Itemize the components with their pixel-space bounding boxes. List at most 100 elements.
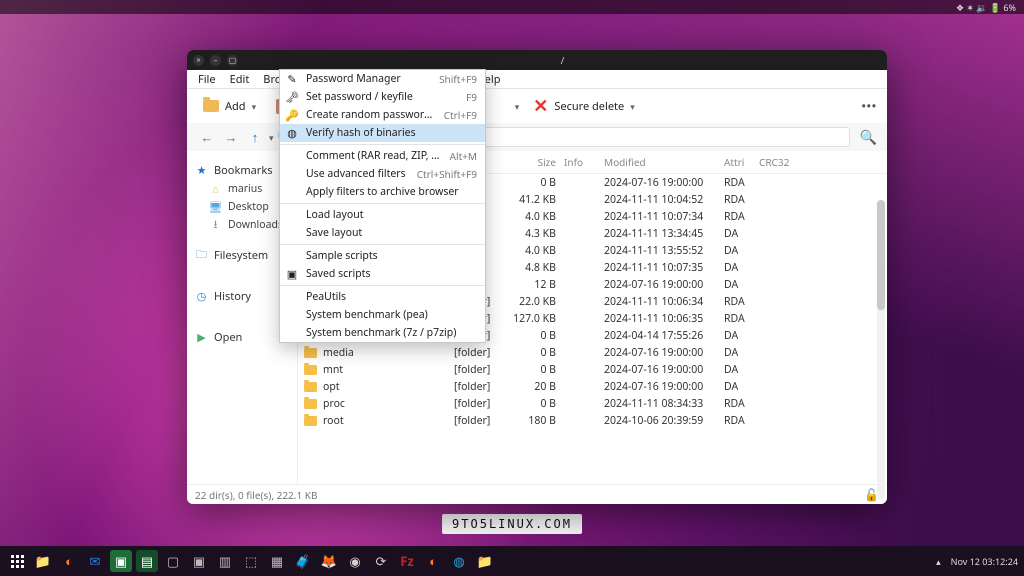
menu-item-label: Apply filters to archive browser	[306, 185, 471, 199]
task-term[interactable]: ▢	[162, 550, 184, 572]
menu-item-shortcut: Ctrl+Shift+F9	[417, 167, 477, 181]
monitor-icon: 🖥	[209, 201, 222, 214]
sidebar-history[interactable]: ◷History	[193, 287, 291, 306]
table-row[interactable]: opt [folder] 20 B 2024-07-16 19:00:00 DA	[298, 378, 887, 395]
status-bar: 22 dir(s), 0 file(s), 222.1 KB 🔓	[187, 484, 887, 504]
task-box[interactable]: ⬚	[240, 550, 262, 572]
minimize-icon[interactable]: –	[210, 55, 221, 66]
chevron-down-icon[interactable]: ▾	[630, 100, 635, 113]
task-term3[interactable]: ▥	[214, 550, 236, 572]
table-row[interactable]: proc [folder] 0 B 2024-11-11 08:34:33 RD…	[298, 395, 887, 412]
task-gimp[interactable]: 🦊	[318, 550, 340, 572]
table-row[interactable]: mnt [folder] 0 B 2024-07-16 19:00:00 DA	[298, 361, 887, 378]
table-row[interactable]: media [folder] 0 B 2024-07-16 19:00:00 D…	[298, 344, 887, 361]
task-steam[interactable]: ◉	[344, 550, 366, 572]
tools-item[interactable]: ◍ Verify hash of binaries	[280, 124, 485, 142]
task-ff2[interactable]: ◐	[422, 550, 444, 572]
maximize-icon[interactable]: ▢	[227, 55, 238, 66]
apps-menu-button[interactable]	[6, 550, 28, 572]
secure-delete-button[interactable]: ✕ Secure delete ▾	[527, 93, 641, 119]
task-chrome[interactable]: ◍	[448, 550, 470, 572]
history-icon: ◷	[195, 290, 208, 303]
star-icon: ★	[195, 164, 208, 177]
tools-item[interactable]: PeaUtils	[280, 288, 485, 306]
menu-item-label: Password Manager	[306, 72, 433, 86]
menu-item-label: Load layout	[306, 208, 471, 222]
table-row[interactable]: root [folder] 180 B 2024-10-06 20:39:59 …	[298, 412, 887, 429]
sidebar-bookmarks[interactable]: ★Bookmarks	[193, 161, 291, 180]
menu-item-label: Comment (RAR read, ZIP, ZIPX)	[306, 149, 444, 163]
home-icon: ⌂	[209, 183, 222, 196]
menu-item-label: Create random password / keyfile	[306, 108, 438, 122]
tools-item[interactable]: ✎ Password Manager Shift+F9	[280, 70, 485, 88]
task-sys[interactable]: ▦	[266, 550, 288, 572]
peazip-window: × – ▢ / File Edit Browser Organize Tools…	[187, 50, 887, 504]
tools-item[interactable]: Comment (RAR read, ZIP, ZIPX) Alt+M	[280, 147, 485, 165]
task-g1[interactable]: ▣	[110, 550, 132, 572]
tools-dropdown[interactable]: ✎ Password Manager Shift+F9🗝 Set passwor…	[279, 69, 486, 343]
sidebar-item-downloads[interactable]: ⭳Downloads	[193, 216, 291, 234]
more-icon[interactable]: •••	[862, 99, 877, 114]
search-icon[interactable]: 🔍	[860, 128, 877, 147]
add-label: Add	[225, 99, 246, 114]
tools-item[interactable]: Apply filters to archive browser	[280, 183, 485, 201]
tools-item[interactable]: Sample scripts	[280, 247, 485, 265]
folder-icon	[304, 416, 317, 426]
menu-item-icon: 🗝	[284, 90, 300, 105]
up-icon[interactable]: ↑	[245, 128, 265, 146]
tools-item[interactable]: Save layout	[280, 224, 485, 242]
menu-item-label: Save layout	[306, 226, 471, 240]
menu-item-icon: ◍	[284, 126, 300, 141]
tools-item[interactable]: System benchmark (7z / p7zip)	[280, 324, 485, 342]
secure-delete-label: Secure delete	[554, 99, 624, 114]
task-filezilla[interactable]: Fz	[396, 550, 418, 572]
download-icon: ⭳	[209, 219, 222, 232]
menu-item-label: Use advanced filters	[306, 167, 411, 181]
menu-item-icon: 🔑	[284, 108, 300, 123]
task-folder2[interactable]: 📁	[474, 550, 496, 572]
folder-icon	[304, 365, 317, 375]
menu-edit[interactable]: Edit	[223, 70, 257, 89]
task-term2[interactable]: ▣	[188, 550, 210, 572]
folder-icon: 🗀	[195, 249, 208, 262]
folder-icon	[304, 399, 317, 409]
task-store[interactable]: 🧳	[292, 550, 314, 572]
forward-icon[interactable]: →	[221, 128, 241, 146]
folder-icon	[304, 382, 317, 392]
task-files[interactable]: 📁	[32, 550, 54, 572]
menu-item-label: Set password / keyfile	[306, 90, 460, 104]
task-steam2[interactable]: ⟳	[370, 550, 392, 572]
tray-icons[interactable]: ❖ ✶ 🔉 🔋 6%	[956, 1, 1016, 14]
sidebar-item-marius[interactable]: ⌂marius	[193, 180, 291, 198]
menu-item-icon: ▣	[284, 267, 300, 282]
tools-item[interactable]: ▣ Saved scripts	[280, 265, 485, 283]
task-firefox[interactable]: ◐	[58, 550, 80, 572]
close-icon[interactable]: ×	[193, 55, 204, 66]
tools-item[interactable]: System benchmark (pea)	[280, 306, 485, 324]
status-text: 22 dir(s), 0 file(s), 222.1 KB	[195, 488, 317, 502]
sidebar-open[interactable]: ▶Open	[193, 328, 291, 347]
tools-item[interactable]: Load layout	[280, 206, 485, 224]
back-icon[interactable]: ←	[197, 128, 217, 146]
menu-item-label: System benchmark (7z / p7zip)	[306, 326, 471, 340]
sidebar-item-desktop[interactable]: 🖥Desktop	[193, 198, 291, 216]
tools-item[interactable]: 🔑 Create random password / keyfile Ctrl+…	[280, 106, 485, 124]
task-g2[interactable]: ▤	[136, 550, 158, 572]
chevron-down-icon[interactable]: ▾	[252, 100, 257, 113]
titlebar[interactable]: × – ▢ /	[187, 50, 887, 70]
x-icon: ✕	[533, 97, 548, 115]
menu-item-shortcut: F9	[466, 90, 477, 104]
tools-item[interactable]: Use advanced filters Ctrl+Shift+F9	[280, 165, 485, 183]
sidebar-filesystem[interactable]: 🗀Filesystem	[193, 246, 291, 265]
chevron-down-icon[interactable]: ▾	[515, 100, 520, 113]
panel-clock[interactable]: Nov 12 03:12:24	[951, 555, 1018, 568]
chevron-down-icon[interactable]: ▾	[269, 131, 274, 144]
menu-item-shortcut: Shift+F9	[439, 72, 477, 86]
add-button[interactable]: Add ▾	[197, 95, 262, 118]
task-mail[interactable]: ✉	[84, 550, 106, 572]
menu-file[interactable]: File	[191, 70, 223, 89]
panel-expand-icon[interactable]: ▴	[936, 555, 941, 568]
scrollbar[interactable]	[877, 200, 885, 500]
bottom-panel: 📁 ◐ ✉ ▣ ▤ ▢ ▣ ▥ ⬚ ▦ 🧳 🦊 ◉ ⟳ Fz ◐ ◍ 📁 ▴ N…	[0, 546, 1024, 576]
tools-item[interactable]: 🗝 Set password / keyfile F9	[280, 88, 485, 106]
